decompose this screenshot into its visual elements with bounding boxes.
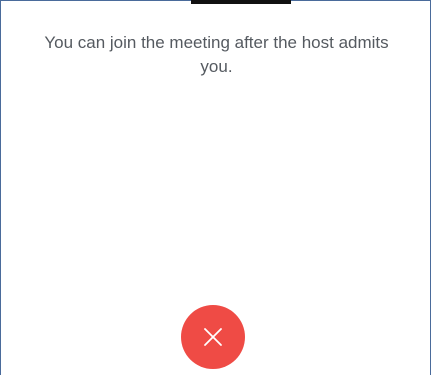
cropped-header-text	[191, 0, 291, 4]
waiting-message: You can join the meeting after the host …	[44, 33, 389, 76]
waiting-room-screen: You can join the meeting after the host …	[0, 0, 431, 375]
leave-meeting-button[interactable]	[181, 305, 245, 369]
close-icon	[202, 326, 224, 348]
